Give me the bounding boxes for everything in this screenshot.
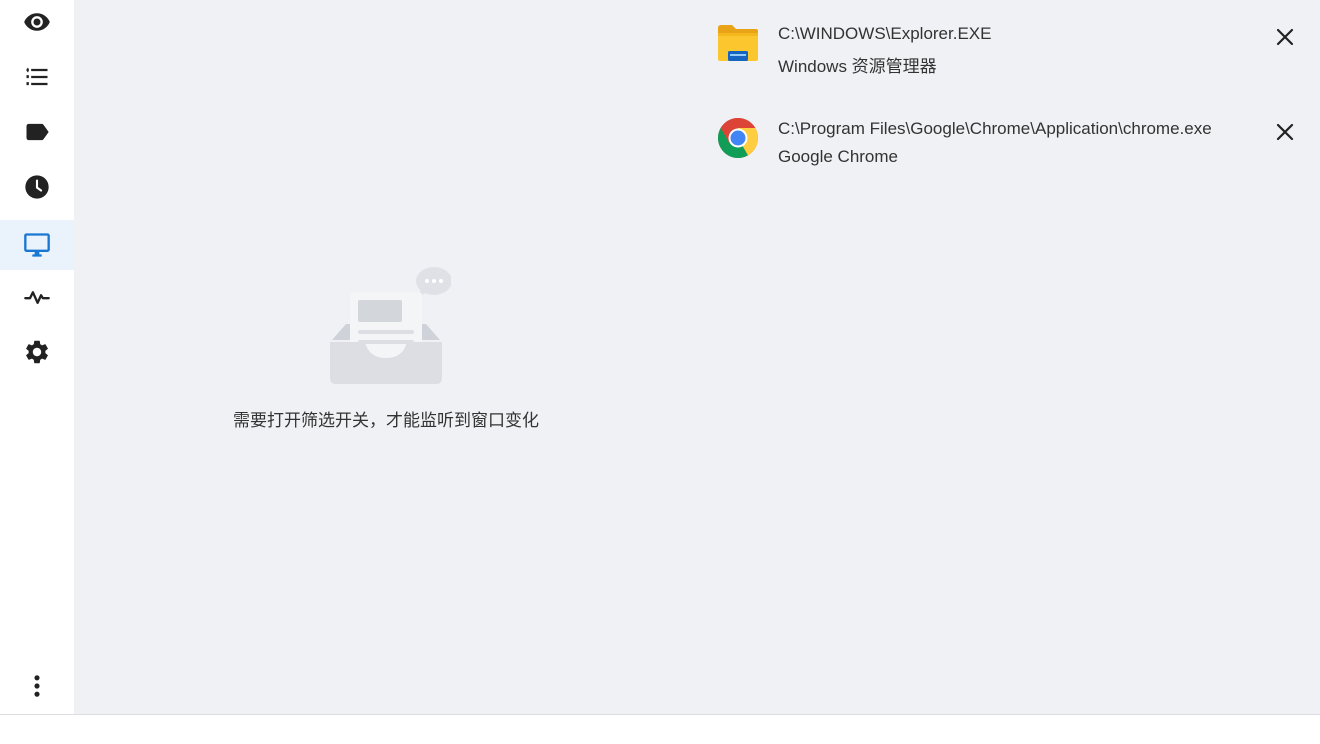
remove-process-button[interactable] (1272, 119, 1298, 145)
process-name: Google Chrome (778, 147, 899, 166)
sidebar-item-activity[interactable] (0, 272, 74, 322)
clock-icon (25, 175, 49, 199)
process-list: C:\WINDOWS\Explorer.EXE Windows 资源管理器 C:… (716, 18, 1306, 208)
sidebar-item-settings[interactable] (0, 327, 74, 377)
label-icon (26, 123, 49, 141)
process-path: C:\Program Files\Google\Chrome\Applicati… (778, 119, 1212, 138)
chrome-icon (718, 118, 758, 158)
process-name: Windows 资源管理器 (778, 57, 937, 76)
close-icon (1276, 123, 1294, 141)
empty-state-message: 需要打开筛选开关，才能监听到窗口变化 (233, 411, 539, 430)
sidebar-item-history[interactable] (0, 162, 74, 212)
eye-icon (24, 13, 50, 31)
sidebar-item-list[interactable] (0, 52, 74, 102)
more-vertical-icon (34, 675, 40, 697)
close-icon (1276, 28, 1294, 46)
bottom-bar (0, 714, 1320, 744)
monitor-icon (24, 233, 50, 257)
remove-process-button[interactable] (1272, 24, 1298, 50)
process-path: C:\WINDOWS\Explorer.EXE (778, 24, 992, 43)
sidebar (0, 0, 74, 714)
sidebar-item-windows[interactable] (0, 220, 74, 270)
empty-state: 需要打开筛选开关，才能监听到窗口变化 (228, 262, 544, 431)
sidebar-item-overview[interactable] (0, 0, 74, 47)
main-panel: 需要打开筛选开关，才能监听到窗口变化 C:\WINDOWS\Explorer.E… (74, 0, 1320, 714)
process-item-chrome: C:\Program Files\Google\Chrome\Applicati… (716, 113, 1306, 208)
folder-icon (718, 25, 758, 61)
empty-inbox-icon (330, 267, 451, 384)
activity-icon (24, 291, 50, 304)
list-icon (26, 67, 48, 86)
gear-icon (26, 340, 48, 364)
app-window: 需要打开筛选开关，才能监听到窗口变化 C:\WINDOWS\Explorer.E… (0, 0, 1320, 744)
sidebar-item-tags[interactable] (0, 107, 74, 157)
process-item-explorer: C:\WINDOWS\Explorer.EXE Windows 资源管理器 (716, 18, 1306, 113)
more-menu-button[interactable] (0, 661, 74, 711)
